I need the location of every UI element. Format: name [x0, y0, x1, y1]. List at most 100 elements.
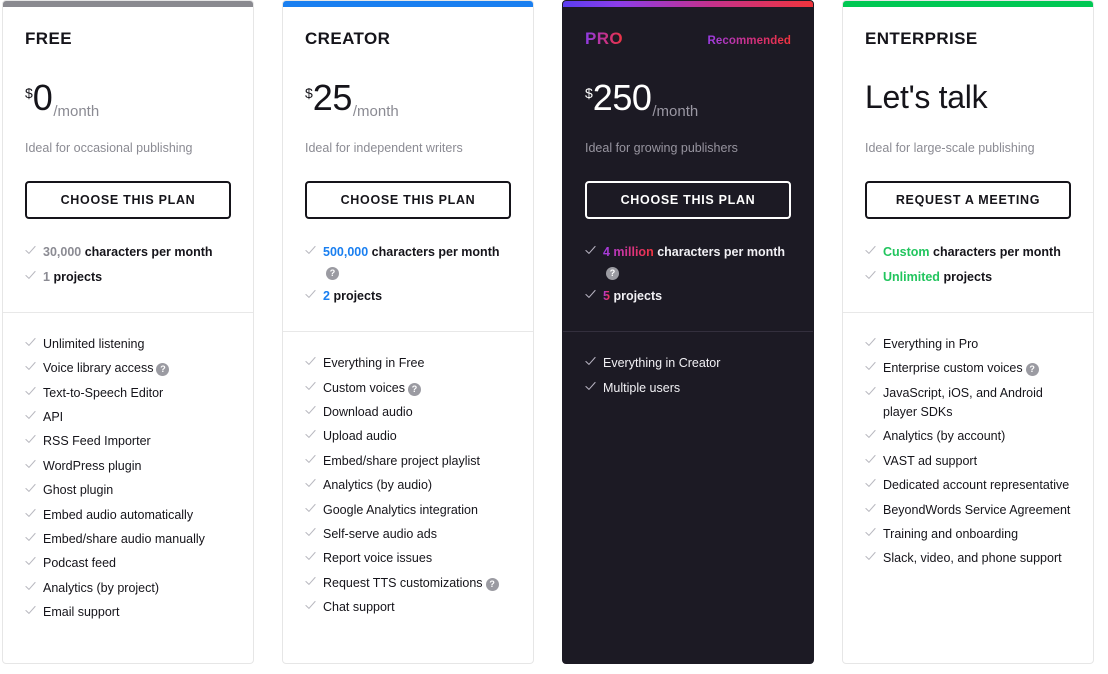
plan-cta-button-pro[interactable]: CHOOSE THIS PLAN: [585, 181, 791, 220]
quota-label: characters per month: [657, 245, 786, 260]
feature-item: Custom characters per month: [865, 243, 1071, 262]
check-icon: [25, 508, 36, 522]
feature-item: API: [25, 408, 231, 427]
plan-title: PRO: [585, 29, 624, 48]
check-icon: [305, 356, 316, 370]
check-icon: [305, 600, 316, 614]
plan-cta-button-enterprise[interactable]: REQUEST A MEETING: [865, 181, 1071, 220]
currency-symbol: $: [585, 85, 593, 101]
quota-value: 500,000: [323, 245, 369, 260]
check-icon: [305, 576, 316, 590]
quota-value: Custom: [883, 245, 930, 260]
feature-label: Everything in Free: [323, 356, 425, 371]
feature-label: Unlimited listening: [43, 336, 145, 351]
feature-label: Self-serve audio ads: [323, 526, 437, 541]
check-icon: [25, 245, 36, 259]
check-icon: [585, 245, 596, 259]
feature-item: Report voice issues: [305, 549, 511, 568]
plan-feature-list: Everything in Creator Multiple users: [563, 332, 813, 427]
feature-item: RSS Feed Importer: [25, 432, 231, 451]
price-amount: 25: [312, 77, 353, 118]
feature-label: Download audio: [323, 405, 413, 419]
feature-item: Analytics (by account): [865, 427, 1071, 446]
price-amount: Let's talk: [865, 79, 988, 115]
feature-item: Enterprise custom voices?: [865, 359, 1071, 378]
check-icon: [865, 551, 876, 565]
plan-cta-button-creator[interactable]: CHOOSE THIS PLAN: [305, 181, 511, 220]
plan-quota-list: Custom characters per month Unlimited pro…: [865, 243, 1071, 312]
feature-item: Email support: [25, 603, 231, 622]
check-icon: [865, 478, 876, 492]
check-icon: [25, 410, 36, 424]
feature-item: 1 projects: [25, 268, 231, 287]
check-icon: [865, 361, 876, 375]
feature-label: Embed/share audio manually: [43, 531, 205, 546]
feature-item: BeyondWords Service Agreement: [865, 501, 1071, 520]
feature-item: VAST ad support: [865, 452, 1071, 471]
check-icon: [305, 478, 316, 492]
billing-period: /month: [652, 103, 699, 120]
price-amount: 0: [32, 77, 53, 118]
feature-item: Chat support: [305, 598, 511, 617]
plan-header: FREE: [25, 29, 231, 51]
plan-cta-button-free[interactable]: CHOOSE THIS PLAN: [25, 181, 231, 220]
check-icon: [25, 270, 36, 284]
feature-label: WordPress plugin: [43, 458, 142, 473]
billing-period: /month: [352, 103, 399, 120]
pricing-plans-grid: FREE $0/month Ideal for occasional publish…: [0, 0, 1108, 674]
feature-item: Google Analytics integration: [305, 501, 511, 520]
plan-tagline: Ideal for growing publishers: [585, 141, 738, 155]
check-icon: [25, 532, 36, 546]
feature-label: Unlimited projects: [883, 268, 1071, 287]
plan-feature-list: Everything in Pro Enterprise custom voice…: [843, 313, 1093, 598]
feature-label: Dedicated account representative: [883, 478, 1070, 493]
plan-price: $250/month: [585, 79, 791, 121]
help-tooltip-icon[interactable]: ?: [485, 577, 499, 591]
help-tooltip-icon[interactable]: ?: [1025, 363, 1039, 377]
feature-label: 2 projects: [323, 287, 511, 306]
plan-price: $0/month: [25, 77, 231, 121]
feature-item: Training and onboarding: [865, 525, 1071, 544]
feature-label: Chat support: [323, 600, 395, 614]
feature-item: Custom voices?: [305, 379, 511, 398]
check-icon: [865, 386, 876, 400]
plan-quota-list: 4 million characters per month? 5 project…: [585, 243, 791, 331]
check-icon: [25, 337, 36, 351]
plan-feature-list: Unlimited listening Voice library access?…: [3, 313, 253, 652]
feature-item: WordPress plugin: [25, 457, 231, 476]
feature-item: 30,000 characters per month: [25, 243, 231, 262]
quota-value: 1: [43, 269, 50, 284]
quota-value: 2: [323, 288, 330, 303]
feature-label: Analytics (by account): [883, 429, 1006, 444]
check-icon: [305, 503, 316, 517]
quota-label: projects: [613, 288, 663, 303]
currency-symbol: $: [305, 85, 313, 101]
quota-label: projects: [333, 288, 383, 303]
check-icon: [25, 605, 36, 619]
feature-item: 4 million characters per month?: [585, 243, 791, 282]
help-tooltip-icon[interactable]: ?: [407, 382, 421, 396]
plan-price: Let's talk: [865, 79, 1071, 121]
feature-item: Everything in Creator: [585, 354, 791, 373]
plan-quota-list: 30,000 characters per month 1 projects: [25, 243, 231, 312]
plan-card-creator: CREATOR $25/month Ideal for independent wr…: [282, 0, 534, 664]
check-icon: [305, 454, 316, 468]
feature-item: Unlimited listening: [25, 335, 231, 354]
feature-label: 500,000 characters per month?: [323, 243, 511, 282]
plan-tagline: Ideal for occasional publishing: [25, 141, 193, 155]
feature-item: Ghost plugin: [25, 481, 231, 500]
help-tooltip-icon[interactable]: ?: [326, 266, 339, 280]
feature-label: Enterprise custom voices?: [883, 359, 1071, 378]
feature-item: Everything in Free: [305, 354, 511, 373]
feature-label: RSS Feed Importer: [43, 434, 151, 449]
check-icon: [865, 337, 876, 351]
check-icon: [865, 270, 876, 284]
feature-item: Voice library access?: [25, 359, 231, 378]
feature-label: Everything in Creator: [603, 356, 721, 371]
help-tooltip-icon[interactable]: ?: [606, 266, 619, 280]
check-icon: [25, 483, 36, 497]
feature-label: 4 million characters per month?: [603, 243, 791, 282]
check-icon: [305, 289, 316, 303]
feature-label: Training and onboarding: [883, 526, 1019, 541]
help-tooltip-icon[interactable]: ?: [156, 363, 170, 377]
